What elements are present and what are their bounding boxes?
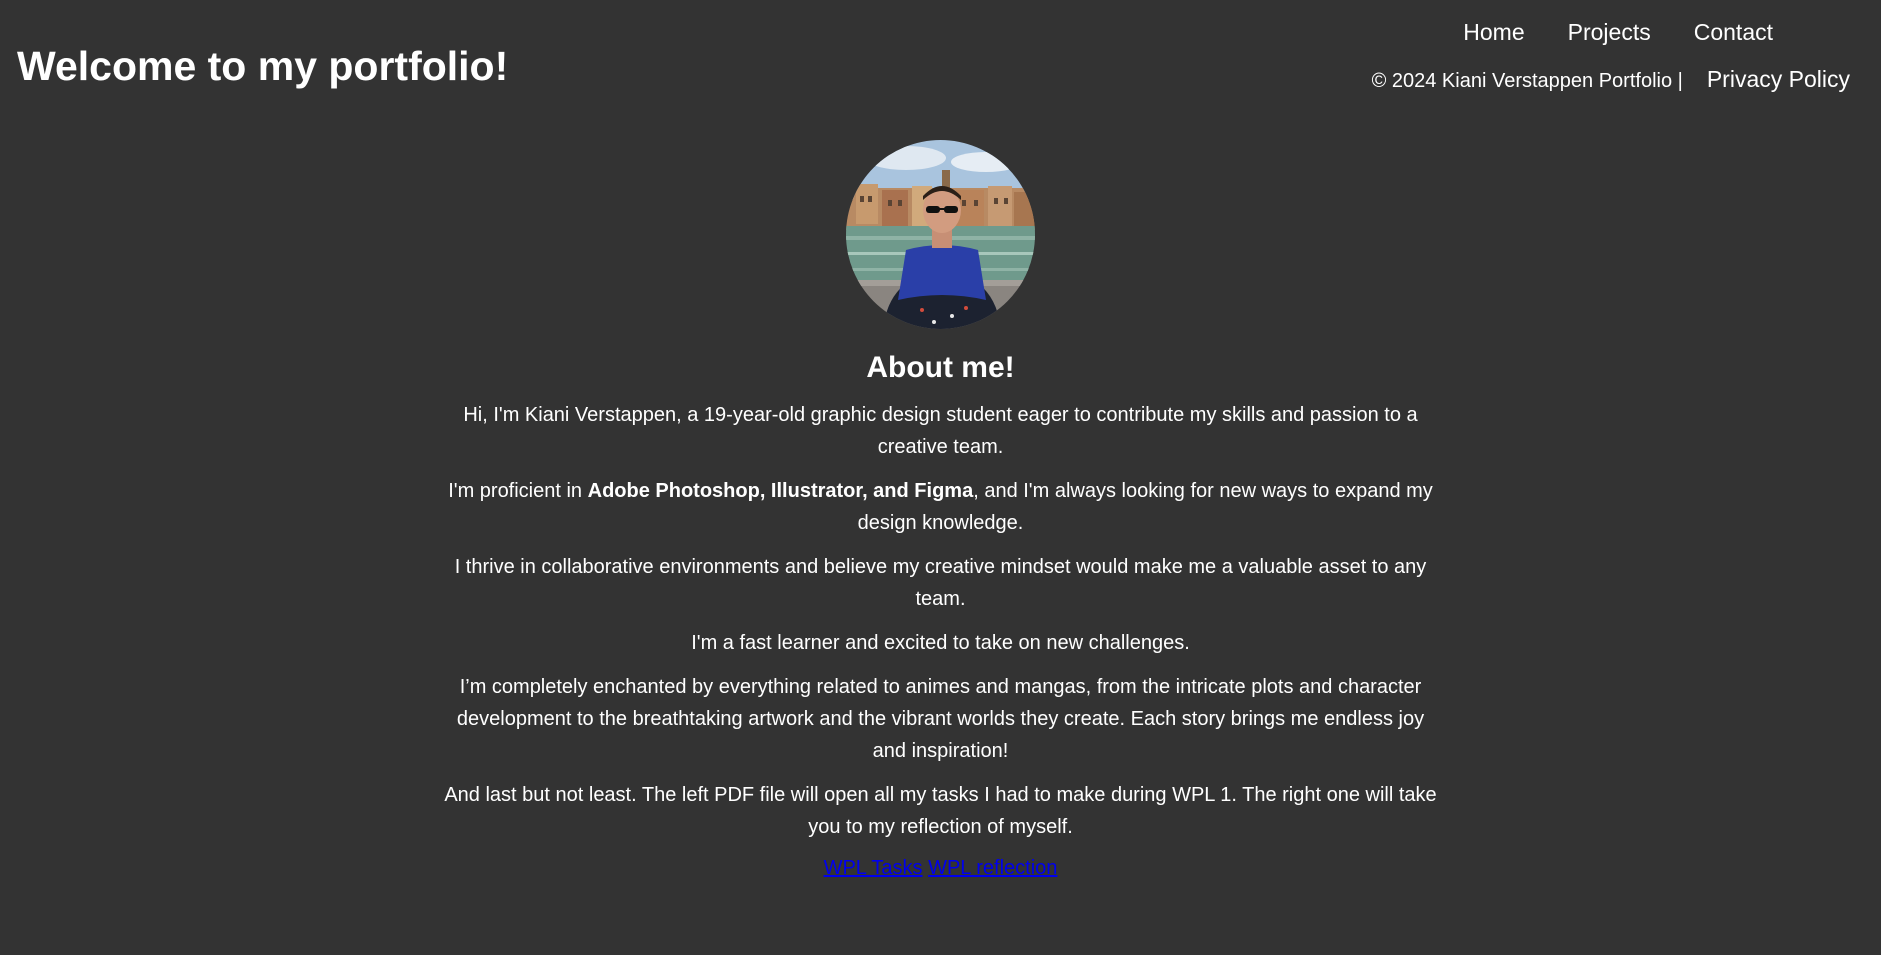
about-paragraph-pdfs: And last but not least. The left PDF fil… [444,784,1437,838]
top-nav: Home Projects Contact [1463,16,1773,48]
about-paragraph-anime: I’m completely enchanted by everything r… [456,676,1425,762]
pdf-links: WPL Tasks WPL reflection [0,855,1881,881]
page: Welcome to my portfolio! Home Projects C… [0,0,1881,955]
skills-tools-text: Adobe Photoshop, Illustrator, and Figma [587,480,974,502]
page-title: Welcome to my portfolio! [17,43,509,89]
wpl-reflection-link[interactable]: WPL reflection [928,857,1057,879]
copyright-text: © 2024 Kiani Verstappen Portfolio | [1371,70,1683,92]
nav-home-link[interactable]: Home [1463,16,1524,48]
about-heading: About me! [866,351,1015,384]
about-paragraph-intro: Hi, I'm Kiani Verstappen, a 19-year-old … [463,404,1418,458]
about-paragraph-skills: I'm proficient in Adobe Photoshop, Illus… [441,475,1441,539]
privacy-policy-link[interactable]: Privacy Policy [1707,63,1850,95]
nav-contact-link[interactable]: Contact [1694,16,1773,48]
about-paragraph-collaboration: I thrive in collaborative environments a… [454,556,1427,610]
wpl-tasks-link[interactable]: WPL Tasks [824,857,923,879]
profile-photo [846,140,1035,329]
nav-projects-link[interactable]: Projects [1568,16,1651,48]
header-footer-line: © 2024 Kiani Verstappen Portfolio | Priv… [1372,63,1850,97]
skills-text-before: I'm proficient in [448,480,588,502]
about-section: About me! Hi, I'm Kiani Verstappen, a 19… [0,140,1881,881]
about-paragraph-learner: I'm a fast learner and excited to take o… [691,632,1190,654]
